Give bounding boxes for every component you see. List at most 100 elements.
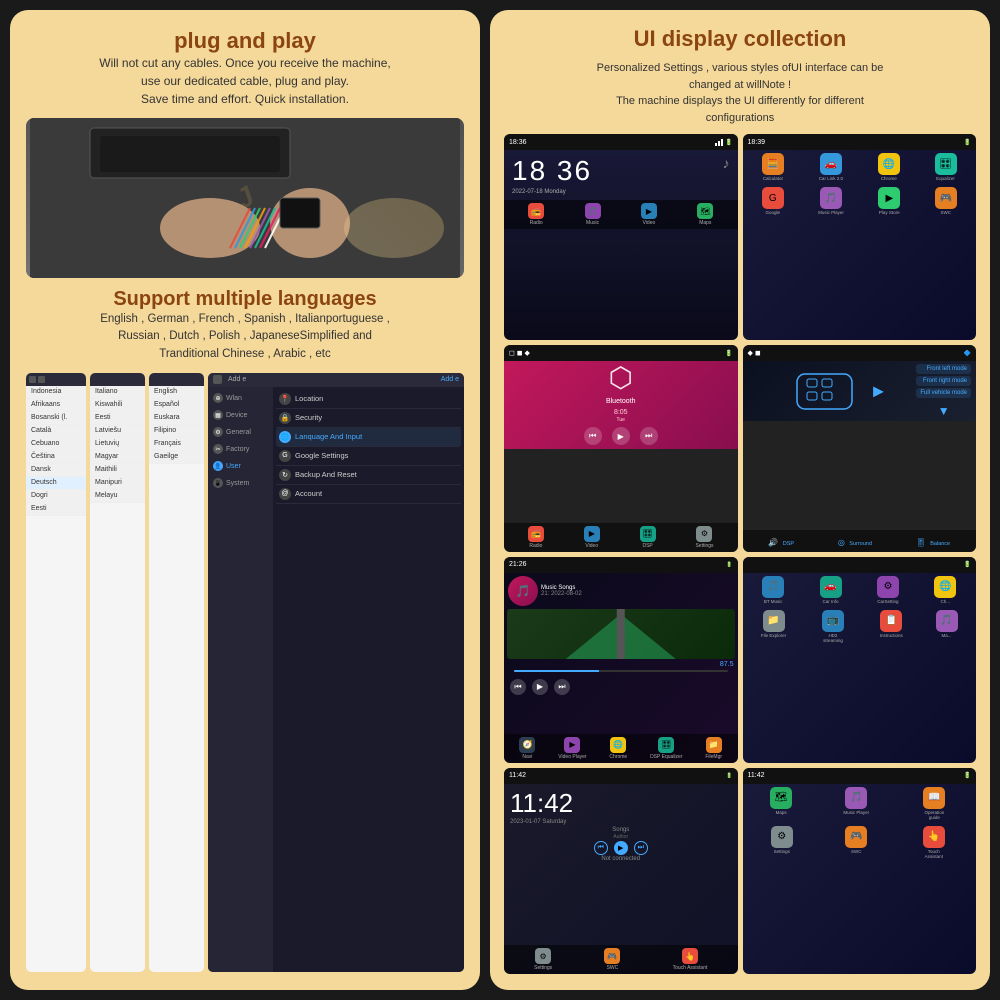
musicplayer-icon-8: 🎵 bbox=[845, 787, 867, 809]
google-icon-2: G bbox=[762, 187, 784, 209]
inst-icon: 📋 bbox=[880, 610, 902, 632]
screen-music-player: 21:26 🔋 🎵 Music Songs 21: 2022-08-02 bbox=[504, 557, 738, 763]
swc-icon-7: 🎮 bbox=[604, 948, 620, 964]
next-btn-7[interactable]: ⏭ bbox=[634, 841, 648, 855]
radio-icon: 📻 bbox=[528, 203, 544, 219]
sidebar-item-system[interactable]: 📱 System bbox=[208, 475, 273, 492]
front-left-btn[interactable]: Front left mode bbox=[916, 364, 971, 374]
prev-btn-7[interactable]: ⏮ bbox=[594, 841, 608, 855]
prev-btn[interactable]: ⏮ bbox=[510, 679, 526, 695]
settings-icon-3: ⚙ bbox=[696, 526, 712, 542]
play-btn-7[interactable]: ▶ bbox=[614, 841, 628, 855]
settings-item-backup[interactable]: ↻ Backup And Reset bbox=[276, 466, 461, 485]
settings-item-account[interactable]: @ Account bbox=[276, 485, 461, 504]
lang-item: Dansk bbox=[26, 464, 86, 477]
settings-item-location[interactable]: 📍 Location bbox=[276, 390, 461, 409]
right-body-text: Personalized Settings , various styles o… bbox=[504, 60, 976, 126]
security-label: Security bbox=[295, 413, 322, 422]
album-art: 🎵 bbox=[508, 576, 538, 606]
music-info-7: Songs Author ⏮ ▶ ⏭ Not connected bbox=[504, 825, 738, 864]
lang-item: Latviešu bbox=[90, 425, 145, 438]
ma-icon: 🎵 bbox=[936, 610, 958, 632]
lang-item: Català bbox=[26, 425, 86, 438]
freq-display: 87.5 bbox=[508, 661, 734, 668]
bt-next-btn[interactable]: ⏭ bbox=[640, 427, 658, 445]
swc-icon: 🎮 bbox=[935, 187, 957, 209]
chrome-label: Chrome bbox=[881, 176, 897, 181]
app-opguide-8: 📖 Operation guide bbox=[920, 787, 948, 820]
maps-label: Maps bbox=[699, 220, 711, 226]
battery-icon-2: 🔋 bbox=[964, 139, 971, 146]
screen-inner-6: 🎵 BT Music 🚗 Car Info ⚙ CarSetting � bbox=[743, 573, 977, 763]
lang-list-body-3: English Español Euskara Filipino Françai… bbox=[149, 386, 204, 464]
bt-play-btn[interactable]: ▶ bbox=[612, 427, 630, 445]
app-carinfo: 🚗 Car Info bbox=[820, 576, 842, 604]
touch-icon-7: 👆 bbox=[682, 948, 698, 964]
full-vehicle-btn[interactable]: Full vehicle mode bbox=[916, 388, 971, 398]
sidebar-item-wlan[interactable]: ⊕ Wlan bbox=[208, 390, 273, 407]
not-connected-7: Not connected bbox=[601, 856, 640, 862]
play-btn[interactable]: ▶ bbox=[532, 679, 548, 695]
car-play-icon: ▶ bbox=[873, 383, 884, 400]
right-panel: UI display collection Personalized Setti… bbox=[490, 10, 990, 990]
settings-item-google[interactable]: G Google Settings bbox=[276, 447, 461, 466]
maps-label-8: Maps bbox=[776, 810, 787, 815]
multilang-title: Support multiple languages bbox=[26, 288, 464, 311]
app-carlink: 🚗 Car Link 2.0 bbox=[819, 153, 843, 181]
fmgr-icon: 📁 bbox=[706, 737, 722, 753]
surround-icon-bar: ◎ bbox=[838, 538, 845, 547]
lang-item: Italiano bbox=[90, 386, 145, 399]
bottom-settings-7: ⚙ Settings bbox=[534, 948, 552, 971]
video-label-3: Video bbox=[585, 543, 598, 549]
lang-item: Magyar bbox=[90, 451, 145, 464]
front-right-btn[interactable]: Front right mode bbox=[916, 376, 971, 386]
screen-time-1: 18:36 bbox=[509, 139, 527, 146]
location-label: Location bbox=[295, 394, 323, 403]
wide-header-label2: Add e bbox=[441, 376, 459, 383]
playstore-label: Play Store bbox=[879, 210, 900, 215]
wide-settings-col: Add e Add e ⊕ Wlan ▦ Device bbox=[208, 373, 464, 972]
app-row-8-2: ⚙ Settings 🎮 SWC 👆 Touch Assistant bbox=[743, 823, 977, 862]
screen-header-5: 21:26 🔋 bbox=[504, 557, 738, 573]
app-playstore: ▶ Play Store bbox=[878, 187, 900, 215]
dsp-label-5: DSP Equalizer bbox=[650, 754, 682, 760]
bottom-bar-7: ⚙ Settings 🎮 SWC 👆 Touch Assistant bbox=[504, 945, 738, 974]
screen-clock-home: 18:36 🔋 18 36 ♪ bbox=[504, 134, 738, 340]
settings-item-security[interactable]: 🔒 Security bbox=[276, 409, 461, 428]
ma-label: Ma... bbox=[942, 633, 952, 638]
battery-8: 🔋 bbox=[964, 772, 971, 779]
sidebar-item-factory[interactable]: ✂ Factory bbox=[208, 441, 273, 458]
settings-item-language[interactable]: 🌐 Lanquage And Input bbox=[276, 428, 461, 447]
sidebar-item-user[interactable]: 👤 User bbox=[208, 458, 273, 475]
lang-list-1: Indonesia Afrikaans Bosanski (l. Català … bbox=[26, 373, 86, 972]
bt-prev-btn[interactable]: ⏮ bbox=[584, 427, 602, 445]
screen-inner-8: 🗺 Maps 🎵 Music Player 📖 Operation guide bbox=[743, 784, 977, 974]
car-body-container: ▶ bbox=[792, 364, 862, 419]
lang-item-deutsch[interactable]: Deutsch bbox=[26, 477, 86, 490]
sidebar-system-label: System bbox=[226, 480, 249, 487]
musicplayer-label: Music Player bbox=[818, 210, 844, 215]
wrench-icon: ✂ bbox=[213, 444, 223, 454]
touch-label-7: Touch Assistant bbox=[673, 965, 708, 971]
sidebar-item-device[interactable]: ▦ Device bbox=[208, 407, 273, 424]
lang-item: Français bbox=[149, 438, 204, 451]
sidebar-item-general[interactable]: ⚙ General bbox=[208, 424, 273, 441]
screen-inner-3: ⬡ Bluetooth 8:05Tue ⏮ ▶ ⏭ bbox=[504, 361, 738, 522]
bt-controls: ⏮ ▶ ⏭ bbox=[504, 423, 738, 449]
settings-label-7: Settings bbox=[534, 965, 552, 971]
bottom-navi: 🧭 Navi bbox=[519, 737, 535, 760]
screen-inner-5: 🎵 Music Songs 21: 2022-08-02 bbox=[504, 573, 738, 734]
next-btn[interactable]: ⏭ bbox=[554, 679, 570, 695]
navi-label: Navi bbox=[522, 754, 532, 760]
songs-label-7: Songs bbox=[612, 827, 629, 833]
bottom-bar-5: 🧭 Navi ▶ Video Player 🌐 Chrome 🎛 DSP Equ… bbox=[504, 734, 738, 763]
multilang-section: Support multiple languages English , Ger… bbox=[26, 288, 464, 363]
lang-list-3: English Español Euskara Filipino Françai… bbox=[149, 373, 204, 972]
language-icon: 🌐 bbox=[279, 431, 291, 443]
bottom-bar-3: 📻 Radio ▶ Video 🎛 DSP ⚙ Settings bbox=[504, 523, 738, 552]
dsp-icon-3: 🎛 bbox=[640, 526, 656, 542]
signal-bar-3 bbox=[721, 139, 723, 146]
screen-inner-2: 🧮 Calculator 🚗 Car Link 2.0 🌐 Chrome bbox=[743, 150, 977, 340]
lang-header-2 bbox=[90, 373, 145, 386]
swc-label-8: SWC bbox=[851, 849, 862, 854]
